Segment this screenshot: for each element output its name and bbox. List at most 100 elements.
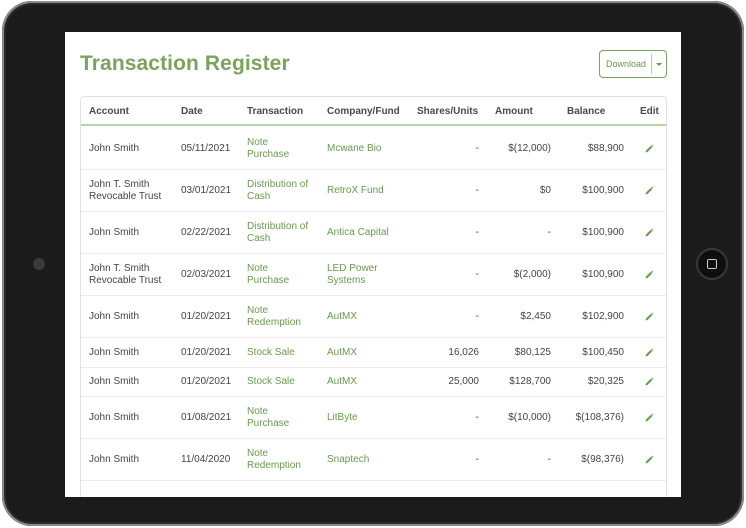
home-square-icon [707,259,717,269]
cell-balance: $(108,376) [575,411,624,423]
cell-account-line: John Smith [89,226,140,238]
home-button[interactable] [696,248,728,280]
tablet-frame: Transaction Register Download Account Da… [2,1,744,526]
cell-balance: $(98,376) [581,453,624,465]
cell-transaction-link-line[interactable]: Note [247,448,301,460]
cell-transaction-link[interactable]: Distribution of Cash [247,221,308,245]
cell-shares: 16,026 [448,346,479,358]
cell-company-link-line[interactable]: LitByte [327,412,358,424]
cell-transaction-link-line[interactable]: Redemption [247,317,301,329]
cell-transaction-link-line[interactable]: Note [247,263,289,275]
download-label: Download [606,59,647,69]
cell-transaction-link-line[interactable]: Cash [247,233,308,245]
header-balance[interactable]: Balance [567,106,605,117]
pencil-icon[interactable] [644,186,654,196]
cell-account-line: John Smith [89,411,140,423]
cell-account: John Smith [89,347,139,359]
cell-account: John T. Smith Revocable Trust [89,263,161,287]
header-transaction[interactable]: Transaction [247,106,303,117]
cell-transaction-link[interactable]: Stock Sale [247,376,295,388]
cell-company-link-line[interactable]: AutMX [327,376,357,388]
cell-company-link[interactable]: Antica Capital [327,227,389,239]
cell-transaction-link-line[interactable]: Distribution of [247,221,308,233]
cell-account-line: John T. Smith [89,178,150,190]
cell-account-line: Revocable Trust [89,190,162,202]
cell-company-link[interactable]: RetroX Fund [327,185,384,197]
cell-amount: $0 [539,184,551,196]
cell-transaction-link[interactable]: Distribution of Cash [247,179,308,203]
cell-company-link[interactable]: LitByte [327,412,358,424]
header-company[interactable]: Company/Fund [327,106,400,117]
cell-transaction-link-line[interactable]: Note [247,406,289,418]
transaction-table: Account Date Transaction Company/Fund Sh… [80,96,667,497]
cell-amount: - [547,453,551,465]
cell-transaction-link[interactable]: Note Purchase [247,137,289,161]
cell-balance: $100,900 [582,268,624,280]
cell-account-line: John T. Smith [89,262,150,274]
cell-transaction-link[interactable]: Note Redemption [247,305,301,329]
cell-transaction-link[interactable]: Note Purchase [247,406,289,430]
cell-company-link[interactable]: AutMX [327,376,357,388]
cell-amount: $128,700 [509,376,551,387]
cell-transaction-link-line[interactable]: Stock Sale [247,347,295,359]
cell-company-link[interactable]: Snaptech [327,454,369,466]
cell-transaction-link-line[interactable]: Cash [247,191,308,203]
cell-company-link[interactable]: AutMX [327,347,357,359]
download-button[interactable]: Download [599,50,667,78]
cell-transaction-link-line[interactable]: Note [247,137,289,149]
cell-transaction-link[interactable]: Stock Sale [247,347,295,359]
table-row: John Smith 05/11/2021 Note Purchase Mcwane B… [81,128,666,170]
header-date[interactable]: Date [181,106,203,117]
cell-date: 01/08/2021 [181,411,232,423]
pencil-icon[interactable] [644,312,654,322]
cell-company-link-line[interactable]: Mcwane Bio [327,143,381,155]
cell-account: John Smith [89,376,139,388]
caret-down-icon[interactable] [652,62,666,66]
cell-date: 05/11/2021 [181,142,231,154]
cell-company-link-line[interactable]: RetroX Fund [327,185,384,197]
cell-date: 02/22/2021 [181,226,232,238]
cell-company-link-line[interactable]: Systems [327,275,378,287]
cell-transaction-link-line[interactable]: Redemption [247,460,301,472]
cell-company-link[interactable]: Mcwane Bio [327,143,381,155]
cell-transaction-link-line[interactable]: Purchase [247,149,289,161]
cell-transaction-link[interactable]: Note Purchase [247,263,289,287]
table-row: John Smith 01/20/2021 Note Redemption AutMX -… [81,296,666,338]
cell-shares: - [475,310,479,322]
cell-account-line: John Smith [89,310,140,322]
cell-company-link[interactable]: LED Power Systems [327,263,378,287]
cell-transaction-link[interactable]: Note Redemption [247,448,301,472]
cell-company-link-line[interactable]: LED Power [327,263,378,275]
cell-shares: - [475,268,479,280]
cell-company-link-line[interactable]: AutMX [327,311,357,323]
cell-company-link-line[interactable]: Snaptech [327,454,369,466]
pencil-icon[interactable] [644,348,654,358]
table-row: John Smith 01/20/2021 Stock Sale AutMX 16,02… [81,338,666,368]
cell-transaction-link-line[interactable]: Distribution of [247,179,308,191]
pencil-icon[interactable] [644,270,654,280]
header-edit: Edit [640,106,659,117]
header-amount[interactable]: Amount [495,106,533,117]
cell-company-link[interactable]: AutMX [327,311,357,323]
cell-account: John Smith [89,412,139,424]
cell-transaction-link-line[interactable]: Note [247,305,301,317]
cell-balance: $100,900 [582,226,624,238]
cell-company-link-line[interactable]: Antica Capital [327,227,389,239]
pencil-icon[interactable] [644,413,654,423]
cell-transaction-link-line[interactable]: Purchase [247,275,289,287]
cell-transaction-link-line[interactable]: Purchase [247,418,289,430]
cell-account-line: John Smith [89,142,140,154]
cell-account: John Smith [89,311,139,323]
pencil-icon[interactable] [644,455,654,465]
table-row: John T. Smith Revocable Trust 03/01/2021 Di… [81,170,666,212]
header-shares[interactable]: Shares/Units [417,106,478,117]
pencil-icon[interactable] [644,377,654,387]
cell-date: 01/20/2021 [181,376,232,387]
pencil-icon[interactable] [644,228,654,238]
cell-company-link-line[interactable]: AutMX [327,347,357,359]
cell-balance: $20,325 [587,376,624,387]
pencil-icon[interactable] [644,144,654,154]
cell-transaction-link-line[interactable]: Stock Sale [247,376,295,388]
cell-balance: $102,900 [582,310,624,322]
header-account[interactable]: Account [89,106,129,117]
